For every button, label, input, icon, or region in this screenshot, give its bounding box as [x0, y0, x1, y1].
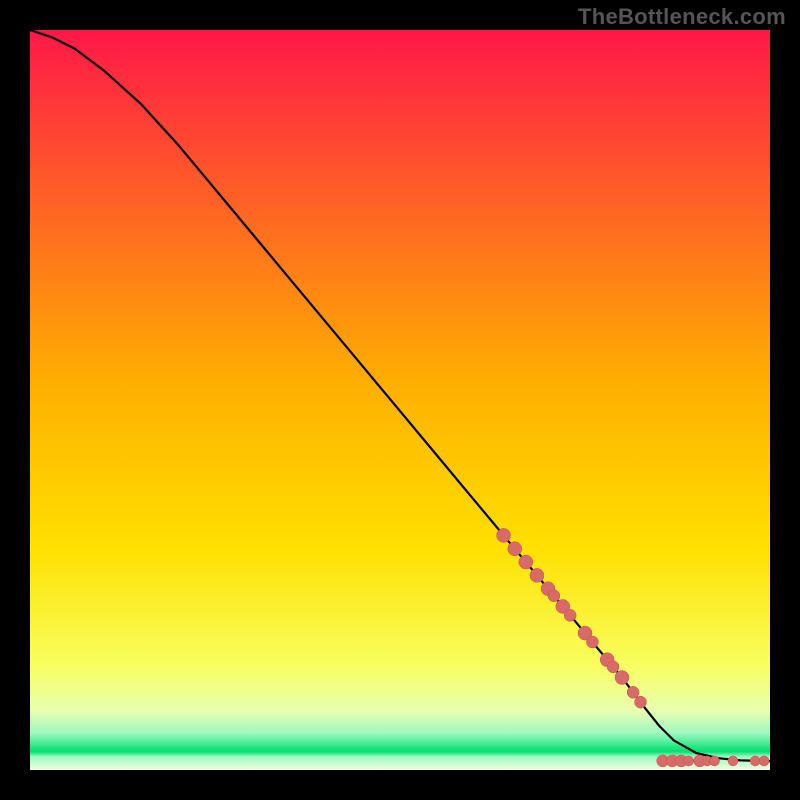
gradient-background — [30, 30, 770, 770]
data-point — [586, 636, 598, 648]
data-point — [607, 661, 619, 673]
data-point — [750, 756, 760, 766]
watermark-label: TheBottleneck.com — [578, 4, 786, 30]
data-point — [728, 756, 738, 766]
data-point — [710, 756, 720, 766]
data-point — [519, 555, 533, 569]
data-point — [627, 686, 639, 698]
data-point — [508, 542, 522, 556]
data-point — [635, 696, 647, 708]
data-point — [684, 756, 694, 766]
chart-svg — [30, 30, 770, 770]
data-point — [497, 528, 511, 542]
figure-canvas: TheBottleneck.com — [0, 0, 800, 800]
data-point — [548, 590, 560, 602]
plot-area — [30, 30, 770, 770]
data-point — [759, 756, 769, 766]
data-point — [530, 568, 544, 582]
data-point — [615, 671, 629, 685]
data-point — [564, 609, 576, 621]
